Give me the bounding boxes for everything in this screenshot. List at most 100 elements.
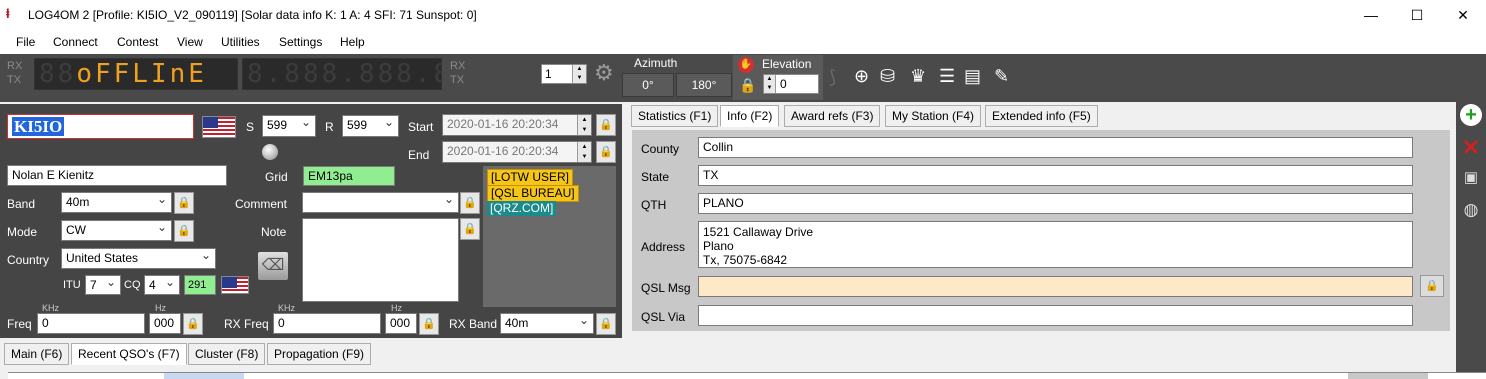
satellite-dish-icon[interactable]: ⛁ [880,65,895,87]
end-label: End [408,148,430,162]
delete-qso-icon[interactable]: ✕ [1460,136,1482,160]
callsign-field[interactable]: KI5IO [7,114,194,139]
name-field[interactable]: Nolan E Kienitz [7,165,227,186]
qsl-msg-lock-icon[interactable]: 🔒 [1420,275,1444,297]
tab-statistics[interactable]: Statistics (F1) [631,105,719,127]
tag-qrz-com[interactable]: [QRZ.COM] [487,201,557,216]
rxfreq-hz-unit: Hz [391,303,402,313]
vfo-spinner-arrows[interactable]: ▲ ▼ [572,65,586,83]
gear-icon[interactable]: ⚙ [594,62,614,84]
qsl-msg-label: QSL Msg [641,281,691,295]
comment-select[interactable] [302,192,459,213]
country-select[interactable]: United States [61,248,216,269]
end-time-spinner[interactable]: ▲ ▼ [577,142,591,162]
tab-main[interactable]: Main (F6) [4,343,70,365]
tab-propagation[interactable]: Propagation (F9) [267,343,372,365]
crown-icon[interactable]: ♛ [910,65,926,87]
rst-received-select[interactable]: 599 [342,115,399,137]
tx-label: TX [7,74,22,86]
frequency-display: 8.888.888.88 [242,58,442,90]
radio-icon[interactable]: ▤ [964,65,981,87]
globe-icon[interactable]: ⊕ [854,65,869,87]
tab-recent-qsos[interactable]: Recent QSO's (F7) [71,343,187,365]
mode-label: Mode [7,225,38,239]
add-qso-icon[interactable]: + [1460,104,1482,126]
window-title: LOG4OM 2 [Profile: KI5IO_V2_090119] [Sol… [28,8,477,22]
note-textarea[interactable] [302,218,459,302]
mode-lock-icon[interactable]: 🔒 [174,220,194,242]
county-field[interactable]: Collin [698,137,1413,158]
mode-select[interactable]: CW [61,220,172,241]
tab-award-refs[interactable]: Award refs (F3) [784,105,881,127]
menu-connect[interactable]: Connect [53,35,98,49]
qsl-via-field[interactable] [698,305,1413,326]
grid-field[interactable]: EM13pa [303,166,395,186]
band-select[interactable]: 40m [61,192,172,213]
server-icon[interactable]: ☰ [939,65,955,87]
s-label: S [246,120,255,134]
stop-hand-icon[interactable]: ✋ [738,57,754,73]
maximize-button[interactable]: ☐ [1394,0,1440,30]
address-line-1: 1521 Callaway Drive [703,225,814,239]
tab-info[interactable]: Info (F2) [720,105,780,127]
menu-help[interactable]: Help [340,35,365,49]
rxfreq-label: RX Freq [224,317,269,331]
menu-utilities[interactable]: Utilities [221,35,260,49]
close-button[interactable]: ✕ [1440,0,1486,30]
antenna-signal-icon[interactable]: ⟆ [829,66,836,88]
end-time-lock-icon[interactable]: 🔒 [596,141,616,163]
world-icon[interactable]: ◍ [1460,198,1482,222]
rxfreq-lock-icon[interactable]: 🔒 [419,313,439,335]
rxfreq-khz-field[interactable]: 0 [273,313,381,334]
tab-cluster[interactable]: Cluster (F8) [188,343,266,365]
menu-settings[interactable]: Settings [279,35,322,49]
freq-hz-field[interactable]: 000 [149,313,181,334]
note-lock-icon[interactable]: 🔒 [460,218,480,240]
comment-lock-icon[interactable]: 🔒 [460,192,480,214]
menu-file[interactable]: File [16,35,35,49]
grid-scrollbar-thumb[interactable] [1348,373,1428,379]
azimuth-value-0[interactable]: 0° [622,73,674,97]
menu-contest[interactable]: Contest [117,35,158,49]
tag-lotw-user[interactable]: [LOTW USER] [487,169,574,186]
status-led-icon [262,144,278,160]
radio-device-icon[interactable]: ▣ [1460,166,1482,190]
rst-sent-select[interactable]: 599 [262,115,316,137]
band-lock-icon[interactable]: 🔒 [174,192,194,214]
freq-lock-icon[interactable]: 🔒 [183,313,203,335]
state-field[interactable]: TX [698,165,1413,186]
end-time-field[interactable]: 2020-01-16 20:20:34 [442,141,592,163]
azimuth-value-180[interactable]: 180° [676,73,732,97]
pen-icon[interactable]: ✎ [994,65,1009,87]
cq-label: CQ [124,279,141,291]
eraser-icon[interactable]: ⌫ [258,252,288,280]
grid-selected-header[interactable] [164,373,244,379]
start-time-spinner[interactable]: ▲ ▼ [577,115,591,135]
rxband-lock-icon[interactable]: 🔒 [596,313,616,335]
cq-select[interactable]: 4 [144,275,180,295]
tab-my-station[interactable]: My Station (F4) [885,105,982,127]
tab-extended-info[interactable]: Extended info (F5) [985,105,1098,127]
freq-khz-field[interactable]: 0 [37,313,145,334]
elevation-spinner-arrows[interactable]: ▲ ▼ [764,75,776,93]
address-field[interactable]: 1521 Callaway Drive Plano Tx, 75075-6842 [698,221,1413,268]
start-time-lock-icon[interactable]: 🔒 [596,114,616,136]
qsl-msg-field[interactable] [698,276,1413,297]
dxcc-code-field: 291 [184,275,216,295]
country-flag-icon [221,276,249,294]
start-label: Start [408,120,434,134]
rotor-lock-icon[interactable]: 🔒 [739,77,756,94]
note-label: Note [261,225,287,239]
menu-view[interactable]: View [177,35,203,49]
rxband-select[interactable]: 40m [500,313,594,334]
freq-hz-unit: Hz [155,303,166,313]
rxfreq-hz-field[interactable]: 000 [385,313,417,334]
qth-field[interactable]: PLANO [698,193,1413,214]
minimize-button[interactable]: — [1348,0,1394,30]
elevation-label: Elevation [762,57,812,71]
address-line-2: Plano [703,239,734,253]
tag-qsl-bureau[interactable]: [QSL BUREAU] [487,185,579,202]
itu-label: ITU [63,279,81,291]
itu-select[interactable]: 7 [85,275,121,295]
start-time-field[interactable]: 2020-01-16 20:20:34 [442,114,592,136]
